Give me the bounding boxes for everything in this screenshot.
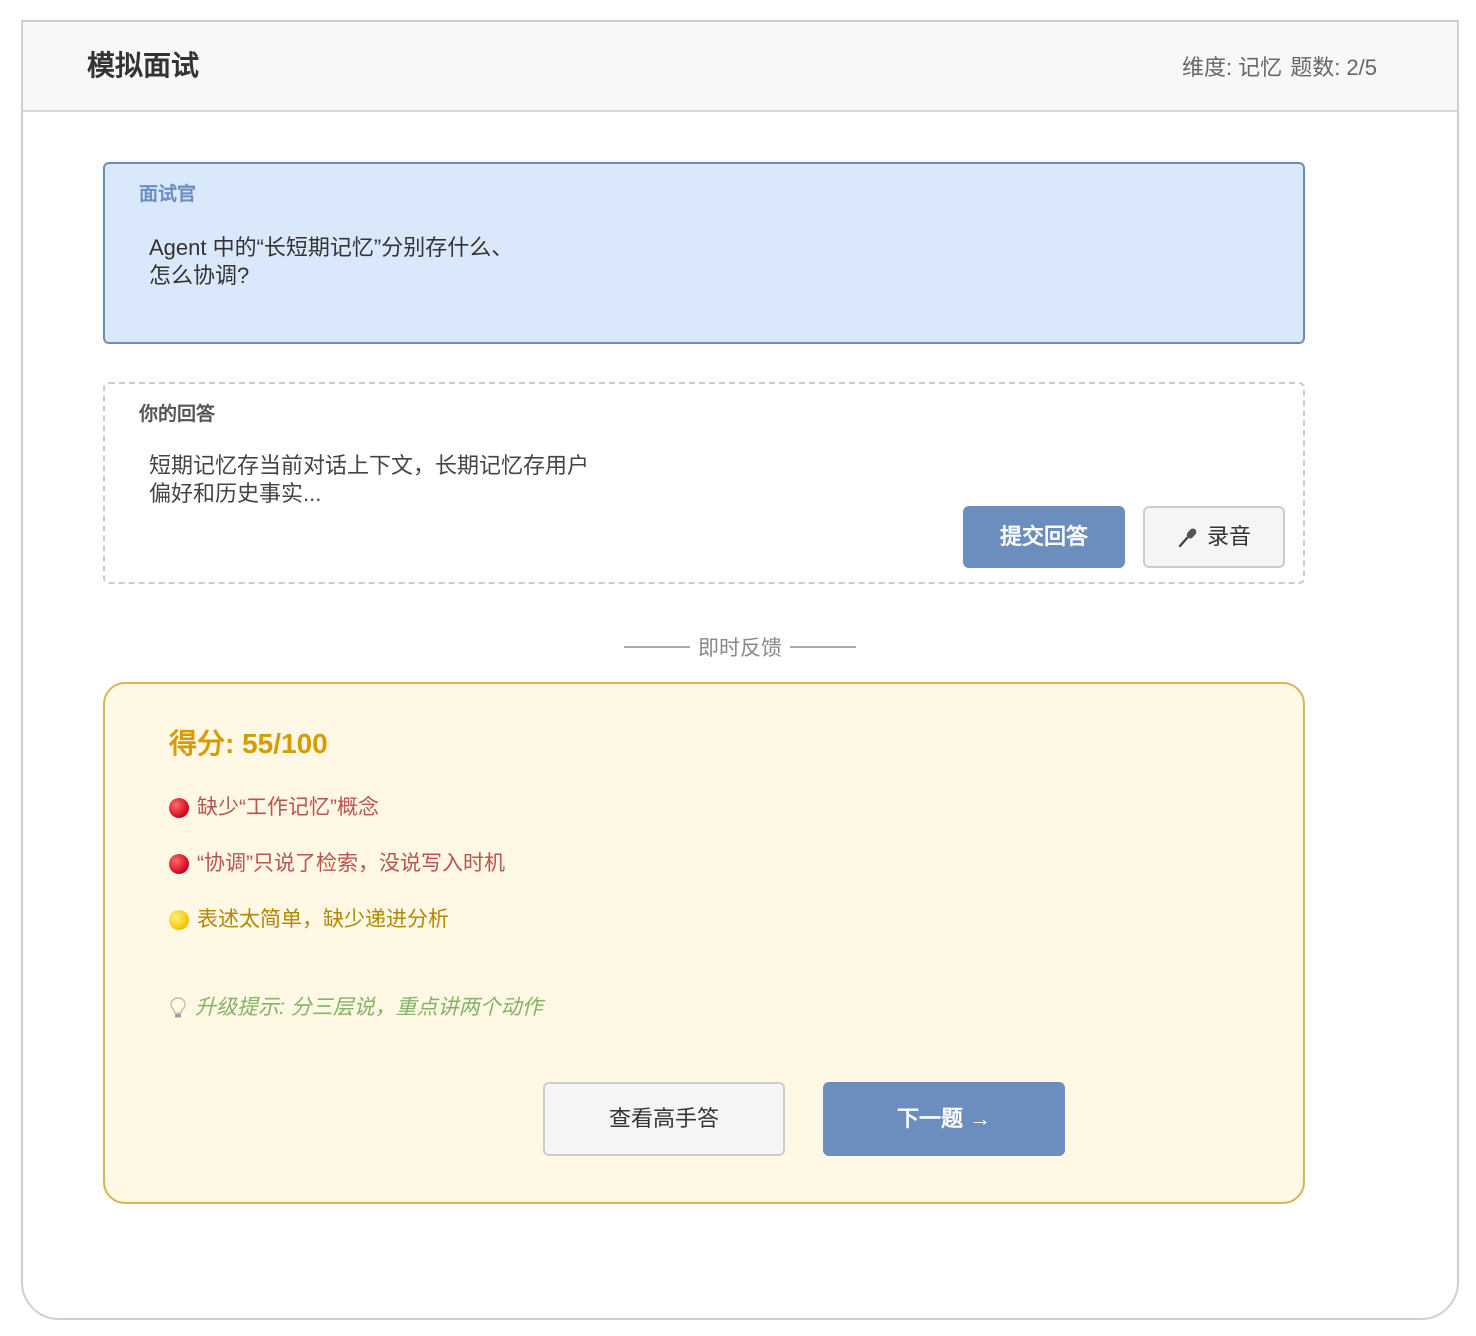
dimension-label: 维度: 记忆	[1181, 55, 1283, 80]
feedback-issue-text: 缺少“工作记忆”概念	[197, 796, 379, 819]
view-expert-answer-label: 查看高手答	[608, 1106, 719, 1131]
yellow-circle-icon	[169, 910, 189, 930]
answer-label: 你的回答	[139, 404, 216, 425]
red-circle-icon	[169, 854, 189, 874]
upgrade-tip: 升级提示: 分三层说，重点讲两个动作	[169, 994, 543, 1022]
question-card: 面试官 Agent 中的“长短期记忆”分别存什么、 怎么协调?	[103, 162, 1305, 344]
divider-label: 即时反馈	[698, 637, 782, 660]
question-label: 面试官	[139, 184, 197, 205]
lightbulb-icon	[169, 996, 187, 1020]
answer-card[interactable]: 你的回答 短期记忆存当前对话上下文，长期记忆存用户 偏好和历史事实... 提交回…	[103, 382, 1305, 584]
score-text: 得分: 55/100	[169, 728, 328, 759]
interview-window: 模拟面试 维度: 记忆 题数: 2/5 面试官 Agent 中的“长短期记忆”分别…	[21, 20, 1459, 1320]
header-meta: 维度: 记忆 题数: 2/5	[1174, 52, 1377, 84]
answer-text[interactable]: 短期记忆存当前对话上下文，长期记忆存用户 偏好和历史事实...	[149, 452, 589, 508]
feedback-divider: 即时反馈	[23, 632, 1457, 662]
progress-label: 题数: 2/5	[1290, 55, 1377, 80]
upgrade-tip-text: 升级提示: 分三层说，重点讲两个动作	[195, 996, 543, 1019]
view-expert-answer-button[interactable]: 查看高手答	[543, 1082, 785, 1156]
next-question-label: 下一题 →	[896, 1106, 992, 1131]
record-label: 录音	[1206, 524, 1251, 549]
record-button[interactable]: 录音	[1143, 506, 1285, 568]
divider-line-right	[790, 646, 856, 648]
header-bar: 模拟面试 维度: 记忆 题数: 2/5	[23, 22, 1457, 112]
microphone-icon	[1177, 526, 1199, 548]
question-text: Agent 中的“长短期记忆”分别存什么、 怎么协调?	[149, 235, 514, 288]
feedback-issue-text: 表述太简单，缺少递进分析	[197, 908, 449, 931]
next-question-button[interactable]: 下一题 →	[823, 1082, 1065, 1156]
feedback-issue: 缺少“工作记忆”概念	[169, 794, 379, 822]
red-circle-icon	[169, 798, 189, 818]
feedback-issue: 表述太简单，缺少递进分析	[169, 906, 449, 934]
submit-answer-label: 提交回答	[999, 524, 1088, 549]
page-title: 模拟面试	[87, 50, 200, 81]
feedback-card: 得分: 55/100 缺少“工作记忆”概念 “协调”只说了检索，没说写入时机 表…	[103, 682, 1305, 1204]
feedback-issue: “协调”只说了检索，没说写入时机	[169, 850, 505, 878]
submit-answer-button[interactable]: 提交回答	[963, 506, 1125, 568]
divider-line-left	[624, 646, 690, 648]
feedback-issue-text: “协调”只说了检索，没说写入时机	[197, 852, 505, 875]
